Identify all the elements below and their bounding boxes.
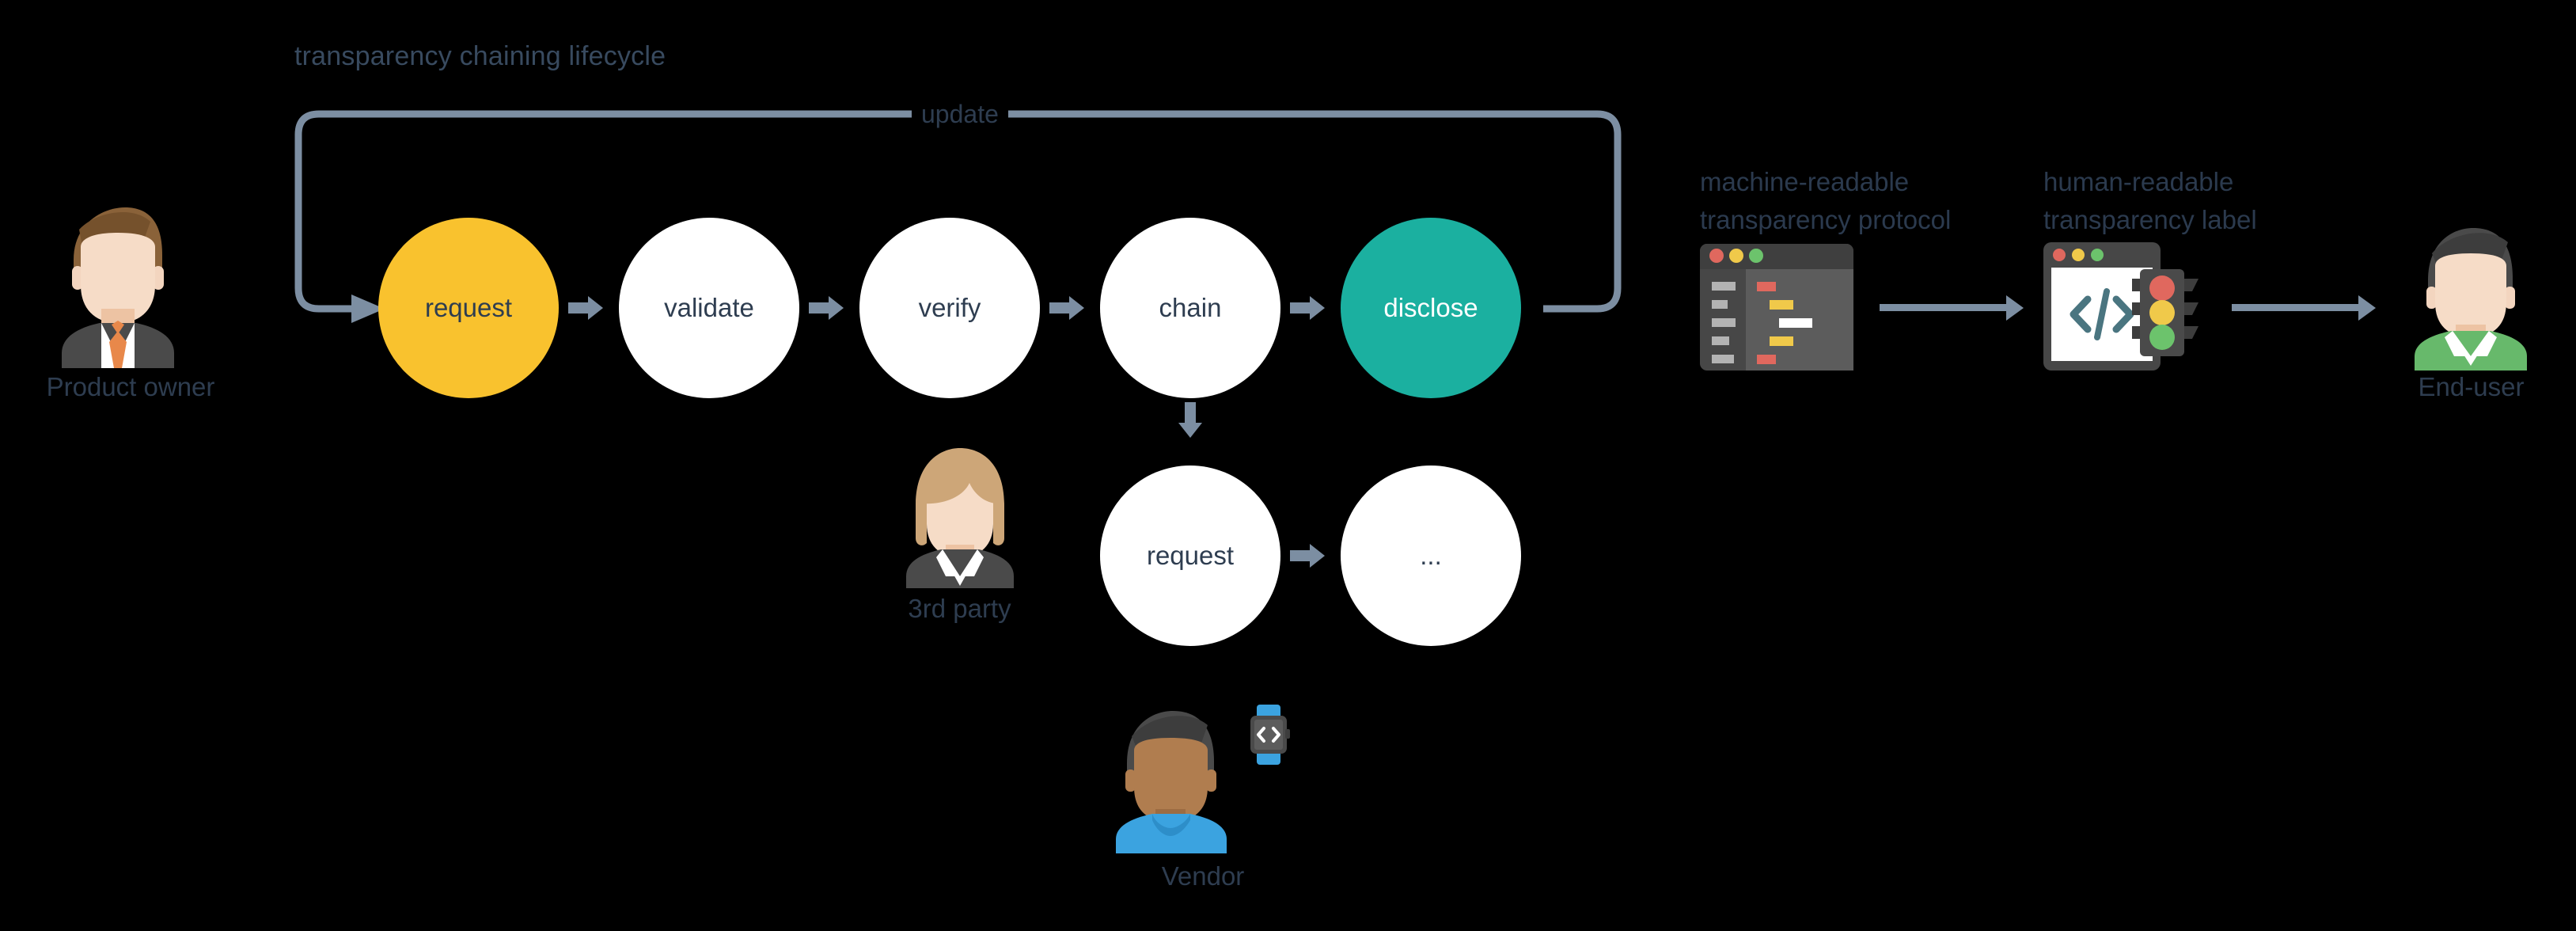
arrow-chain-to-disclose — [1290, 302, 1311, 314]
arrow-subrequest-to-more — [1290, 550, 1311, 561]
avatar-third-party-label-wrap: 3rd party — [831, 594, 1088, 629]
flow-node-validate[interactable]: validate — [619, 218, 799, 398]
update-loop-label: update — [912, 100, 1008, 129]
flow-node-validate-label: validate — [664, 293, 754, 322]
flow-node-disclose[interactable]: disclose — [1341, 218, 1521, 398]
protocol-caption-line1: machine-readable — [1700, 167, 1910, 196]
avatar-third-party-label: 3rd party — [908, 594, 1011, 623]
arrow-verify-to-chain — [1049, 302, 1071, 314]
subflow-node-request[interactable]: request — [1100, 466, 1280, 646]
arrow-label-to-enduser — [2232, 304, 2360, 311]
label-caption-line2: transparency label — [2043, 205, 2257, 234]
code-traffic-light-icon — [2043, 242, 2206, 370]
protocol-caption-line2: transparency protocol — [1700, 205, 1952, 234]
arrow-request-to-validate — [568, 302, 590, 314]
avatar-end-user-label-wrap: End-user — [2343, 372, 2576, 407]
avatar-vendor — [1108, 703, 1235, 853]
avatar-product-owner-label-wrap: Product owner — [0, 372, 261, 407]
arrow-validate-to-verify — [809, 302, 830, 314]
flow-node-chain[interactable]: chain — [1100, 218, 1280, 398]
update-loop-path — [294, 110, 1622, 323]
flow-node-disclose-label: disclose — [1383, 293, 1478, 322]
smartwatch-icon — [1246, 705, 1293, 765]
avatar-end-user-label: End-user — [2418, 372, 2525, 401]
flow-node-request-label: request — [424, 293, 513, 322]
code-window-icon — [1700, 244, 1853, 370]
arrow-chain-to-subrequest — [1185, 402, 1196, 424]
flow-node-verify-label: verify — [918, 293, 981, 322]
flow-node-request[interactable]: request — [378, 218, 559, 398]
avatar-product-owner-label: Product owner — [46, 372, 215, 401]
arrow-protocol-to-label — [1880, 304, 2008, 311]
avatar-product-owner — [47, 198, 186, 368]
flow-node-verify[interactable]: verify — [859, 218, 1040, 398]
label-caption-line1: human-readable — [2043, 167, 2234, 196]
diagram-canvas: transparency chaining lifecycle update P… — [0, 0, 2576, 931]
avatar-vendor-label-wrap: Vendor — [1060, 861, 1345, 896]
subflow-node-request-label: request — [1146, 541, 1235, 570]
subflow-node-more-label: ... — [1420, 541, 1442, 570]
avatar-end-user — [2408, 220, 2533, 370]
subflow-node-more[interactable]: ... — [1341, 466, 1521, 646]
avatar-third-party — [898, 442, 1021, 588]
flow-node-chain-label: chain — [1159, 293, 1222, 322]
avatar-vendor-label: Vendor — [1161, 861, 1245, 891]
